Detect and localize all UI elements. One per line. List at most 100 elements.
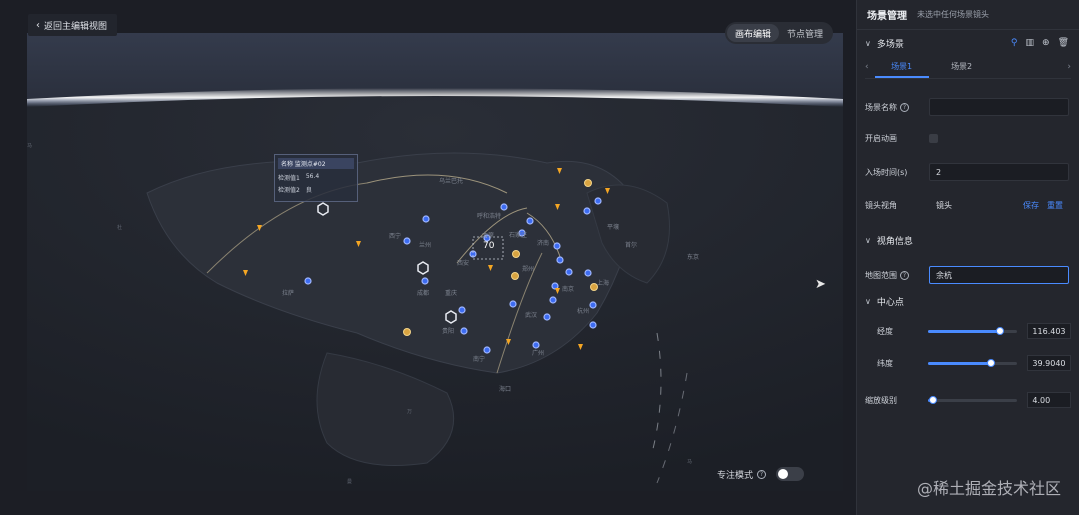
animate-label: 开启动画 xyxy=(865,134,897,143)
scene-tabs: ‹ 场景1 场景2 › xyxy=(857,56,1079,78)
mouse-cursor-icon: ➤ xyxy=(815,277,826,292)
zoom-input[interactable]: 4.00 xyxy=(1027,392,1071,408)
scene-toolbar: ⚲ ▥ ⊕ 🗑 xyxy=(1011,38,1069,48)
view-info-title: 视角信息 xyxy=(876,236,913,247)
svg-text:杭州: 杭州 xyxy=(577,307,589,315)
map-node xyxy=(458,306,466,314)
svg-text:海口: 海口 xyxy=(499,385,511,393)
map-node xyxy=(421,277,429,285)
chevron-left-icon[interactable]: ‹ xyxy=(865,62,869,72)
map-node xyxy=(543,313,551,321)
map-node xyxy=(512,250,520,258)
chevron-right-icon[interactable]: › xyxy=(1067,62,1071,72)
svg-text:济南: 济南 xyxy=(537,239,549,247)
map-node xyxy=(584,179,592,187)
center-title: 中心点 xyxy=(876,297,904,308)
watermark: @稀土掘金技术社区 xyxy=(916,479,1061,498)
enter-time-input[interactable]: 2 xyxy=(929,163,1069,181)
animate-checkbox[interactable] xyxy=(929,134,938,143)
latitude-slider[interactable] xyxy=(928,358,1018,367)
help-icon[interactable]: ? xyxy=(900,270,909,280)
help-icon[interactable]: ? xyxy=(757,469,767,479)
slider-handle[interactable] xyxy=(995,326,1004,335)
svg-text:西安: 西安 xyxy=(457,259,469,267)
svg-text:南京: 南京 xyxy=(562,285,574,293)
animate-row: 开启动画 xyxy=(865,133,1071,144)
map-node xyxy=(549,296,557,304)
save-camera-link[interactable]: 保存 xyxy=(1023,200,1039,211)
center-section[interactable]: ∨ 中心点 xyxy=(857,288,1079,314)
svg-text:呼和浩特: 呼和浩特 xyxy=(477,212,501,220)
tab-node-manage[interactable]: 节点管理 xyxy=(779,24,831,42)
camera-value: 镜头 xyxy=(936,200,952,210)
tooltip-label: 检测值2 xyxy=(278,187,300,194)
svg-text:拉萨: 拉萨 xyxy=(282,289,294,297)
svg-text:曼: 曼 xyxy=(347,478,352,485)
map-node xyxy=(553,242,561,250)
chevron-down-icon: ∨ xyxy=(865,38,871,48)
tooltip-title: 名称 监测点#02 xyxy=(278,158,354,169)
delete-icon[interactable]: 🗑 xyxy=(1058,38,1069,48)
panel-subtitle: 未选中任何场景镜头 xyxy=(917,10,989,19)
slider-handle[interactable] xyxy=(928,395,937,404)
longitude-input[interactable]: 116.403 xyxy=(1027,323,1071,339)
map-node xyxy=(403,237,411,245)
svg-text:南宁: 南宁 xyxy=(473,355,485,363)
map-node xyxy=(594,197,602,205)
tab-scene-2[interactable]: 场景2 xyxy=(935,56,989,78)
map-node xyxy=(460,327,468,335)
cluster-count: 70 xyxy=(483,241,495,251)
map-canvas: 乌兰巴托 呼和浩特 太原 石家庄 济南 郑州 西安 武汉 南京 上海 杭州 重庆… xyxy=(27,88,843,491)
svg-text:石家庄: 石家庄 xyxy=(509,231,527,239)
view-info-section[interactable]: ∨ 视角信息 xyxy=(857,227,1079,253)
zoom-slider[interactable] xyxy=(928,395,1018,404)
map-node xyxy=(511,272,519,280)
svg-text:兰州: 兰州 xyxy=(419,241,431,249)
svg-text:郑州: 郑州 xyxy=(522,265,534,273)
chevron-down-icon: ∨ xyxy=(865,296,871,306)
multi-scene-title: 多场景 xyxy=(876,39,904,50)
enter-time-row: 入场时间(s) 2 xyxy=(865,163,1071,181)
canvas-area: ‹ 返回主编辑视图 画布编辑 节点管理 乌兰巴托 呼和浩特 太原 石家庄 济南 … xyxy=(0,0,856,515)
multi-scene-section[interactable]: ∨ 多场景 ⚲ ▥ ⊕ 🗑 xyxy=(857,30,1079,56)
back-to-main-button[interactable]: ‹ 返回主编辑视图 xyxy=(28,14,118,36)
slider-handle[interactable] xyxy=(986,358,995,367)
focus-mode-switch[interactable] xyxy=(776,467,805,481)
longitude-slider[interactable] xyxy=(928,326,1018,335)
scene-name-row: 场景名称 ? xyxy=(865,98,1071,116)
panel-header: 场景管理 未选中任何场景镜头 xyxy=(857,0,1079,30)
chevron-left-icon: ‹ xyxy=(36,19,40,31)
zoom-row: 缩放级别 4.00 xyxy=(865,392,1071,408)
tab-canvas-edit[interactable]: 画布编辑 xyxy=(727,24,780,42)
scene-name-input[interactable] xyxy=(929,98,1069,116)
zoom-label: 缩放级别 xyxy=(865,395,897,405)
svg-text:贵阳: 贵阳 xyxy=(442,327,454,335)
svg-text:成都: 成都 xyxy=(417,289,429,297)
map-node xyxy=(483,346,491,354)
tab-scene-1[interactable]: 场景1 xyxy=(874,56,929,78)
reset-camera-link[interactable]: 重置 xyxy=(1047,200,1063,211)
add-circle-icon[interactable]: ⊕ xyxy=(1042,38,1050,48)
svg-text:首尔: 首尔 xyxy=(625,241,637,249)
filter-icon[interactable]: ⚲ xyxy=(1011,38,1018,48)
latitude-row: 纬度 39.9040 xyxy=(865,355,1071,371)
svg-text:重庆: 重庆 xyxy=(445,289,457,297)
tooltip-label: 检测值1 xyxy=(278,175,300,182)
latitude-input[interactable]: 39.9040 xyxy=(1027,355,1071,371)
help-icon[interactable]: ? xyxy=(900,102,909,112)
map-tooltip: 名称 监测点#02 检测值1 56.4 检测值2 良 xyxy=(274,154,358,202)
enter-time-label: 入场时间(s) xyxy=(865,167,908,177)
latitude-label: 纬度 xyxy=(877,358,893,368)
tooltip-row: 检测值1 56.4 xyxy=(278,173,354,182)
map-node xyxy=(526,217,534,225)
columns-icon[interactable]: ▥ xyxy=(1026,38,1035,48)
back-button-label: 返回主编辑视图 xyxy=(44,21,108,32)
svg-text:马: 马 xyxy=(27,142,32,149)
camera-label: 镜头视角 xyxy=(865,200,897,210)
map-range-input[interactable]: 余杭 xyxy=(929,266,1069,284)
focus-mode-label: 专注模式 xyxy=(717,470,754,481)
map-node xyxy=(565,268,573,276)
camera-row: 镜头视角 镜头 保存 重置 xyxy=(865,196,1071,214)
globe-map[interactable]: 乌兰巴托 呼和浩特 太原 石家庄 济南 郑州 西安 武汉 南京 上海 杭州 重庆… xyxy=(27,33,843,491)
slider-fill xyxy=(928,329,1000,333)
